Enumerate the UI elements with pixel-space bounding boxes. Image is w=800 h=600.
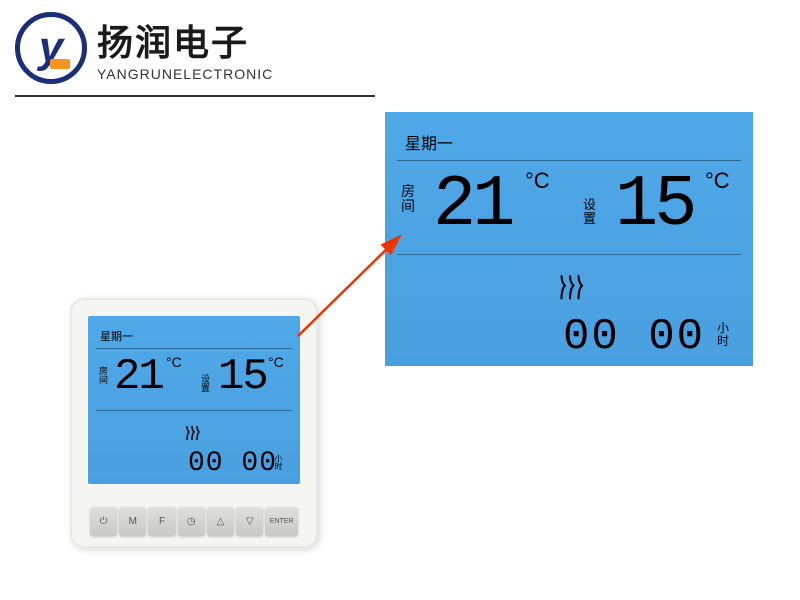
- down-button[interactable]: ▽: [236, 506, 263, 536]
- hours-label: 小时: [717, 322, 729, 348]
- heat-icon: [553, 272, 587, 314]
- clock-button[interactable]: ◷: [178, 506, 205, 536]
- logo-text: 扬润电子 YANGRUNELECTRONIC: [97, 14, 273, 82]
- thermostat-device: 星期一 房间 21 °C 设置 15 °C 00 00 小时 ⏻ M F ◷ △…: [70, 298, 318, 548]
- room-temperature: 21: [114, 352, 163, 402]
- degree-unit: °C: [268, 354, 284, 370]
- timer-value: 00 00: [563, 312, 705, 362]
- mode-button[interactable]: M: [119, 506, 146, 536]
- hours-label: 小时: [274, 454, 282, 470]
- company-logo: y 扬润电子 YANGRUNELECTRONIC: [15, 12, 273, 84]
- room-temperature: 21: [433, 164, 511, 246]
- set-temperature: 15: [218, 352, 267, 402]
- divider: [96, 410, 292, 411]
- set-temperature: 15: [615, 164, 693, 246]
- set-label: 设置: [583, 198, 596, 227]
- device-lcd-screen: 星期一 房间 21 °C 设置 15 °C 00 00 小时: [88, 316, 300, 484]
- button-row: ⏻ M F ◷ △ ▽ ENTER: [90, 506, 298, 536]
- divider: [96, 348, 292, 349]
- room-label: 房间: [401, 184, 415, 215]
- degree-unit: °C: [705, 168, 730, 194]
- logo-english: YANGRUNELECTRONIC: [97, 66, 273, 82]
- timer-value: 00 00: [188, 448, 277, 479]
- degree-unit: °C: [166, 354, 182, 370]
- logo-accent: [50, 59, 70, 69]
- power-button[interactable]: ⏻: [90, 506, 117, 536]
- divider: [397, 254, 741, 255]
- logo-underline: [15, 95, 375, 97]
- heat-icon: [182, 424, 202, 449]
- day-label: 星期一: [100, 328, 133, 344]
- up-button[interactable]: △: [207, 506, 234, 536]
- room-label: 房间: [98, 366, 107, 384]
- degree-unit: °C: [525, 168, 550, 194]
- enter-button[interactable]: ENTER: [265, 506, 298, 536]
- divider: [397, 160, 741, 161]
- zoomed-lcd-screen: 星期一 房间 21 °C 设置 15 °C 00 00 小时: [385, 112, 753, 366]
- day-label: 星期一: [405, 130, 453, 154]
- logo-mark: y: [15, 12, 87, 84]
- f-button[interactable]: F: [148, 506, 175, 536]
- set-label: 设置: [200, 374, 209, 392]
- logo-chinese: 扬润电子: [97, 14, 273, 66]
